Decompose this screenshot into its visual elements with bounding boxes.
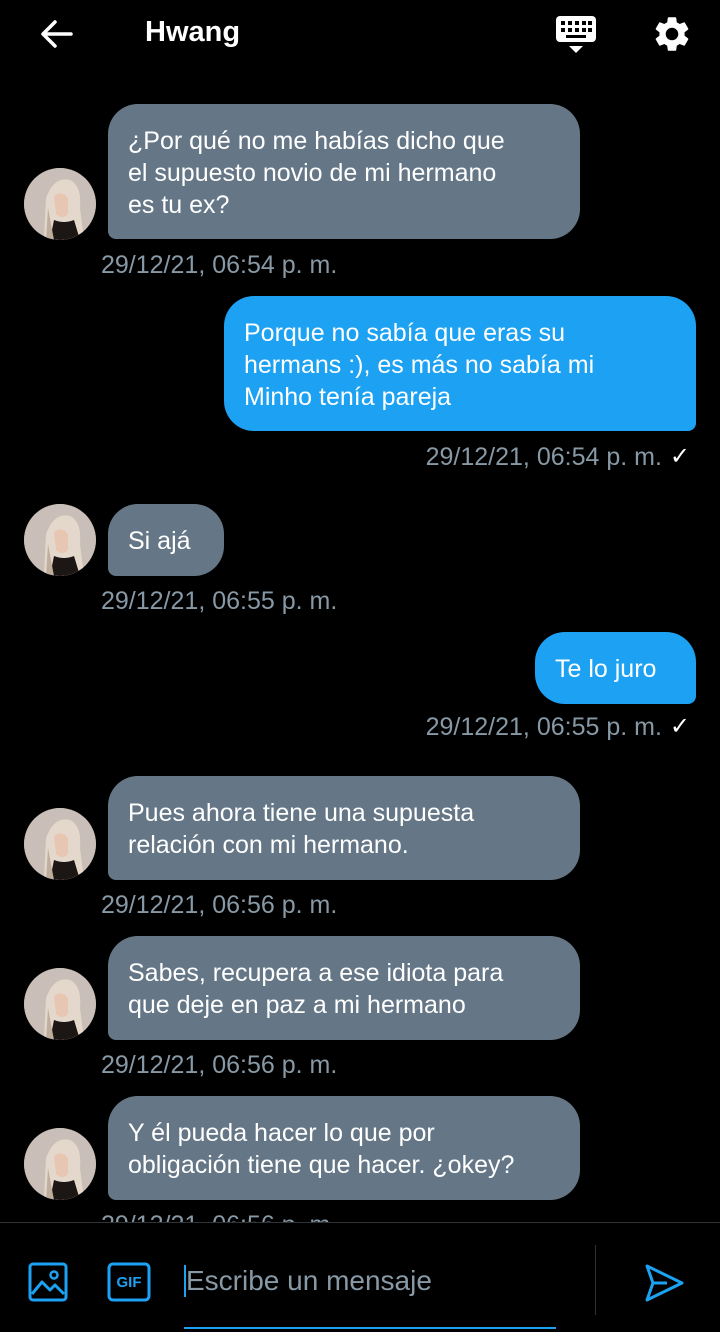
avatar[interactable] [24,168,96,240]
message-timestamp: 29/12/21, 06:55 p. m. [425,713,662,741]
top-bar: Hwang [0,0,720,66]
back-button[interactable] [34,12,78,56]
gear-icon [655,17,689,51]
message-input-wrapper [184,1251,560,1329]
message-timestamp-row: 29/12/21, 06:54 p. m. ✓ [426,442,690,472]
sent-check-icon: ✓ [669,443,690,470]
avatar-photo [24,504,96,576]
outgoing-message[interactable]: Porque no sabía que eras su hermans :), … [224,296,696,431]
keyboard-button[interactable] [552,10,600,58]
incoming-message[interactable]: Si ajá [108,504,224,576]
text-cursor [184,1265,186,1297]
avatar-photo [24,1128,96,1200]
avatar[interactable] [24,968,96,1040]
gif-label: GIF [116,1273,142,1291]
message-timestamp: 29/12/21, 06:56 p. m. [101,1210,337,1222]
keyboard-icon [556,16,596,53]
incoming-message[interactable]: Y él pueda hacer lo que por obligación t… [108,1096,580,1200]
message-composer: GIF [0,1222,720,1332]
conversation-title: Hwang [145,16,241,48]
message-timestamp: 29/12/21, 06:56 p. m. [101,1051,338,1079]
avatar-photo [24,168,96,240]
avatar[interactable] [24,1128,96,1200]
avatar-photo [24,968,96,1040]
message-list[interactable]: ¿Por qué no me habías dicho que el supue… [0,66,720,1222]
incoming-message[interactable]: Sabes, recupera a ese idiota para que de… [108,936,580,1040]
incoming-message[interactable]: Pues ahora tiene una supuesta relación c… [108,776,580,880]
send-icon [645,1264,684,1302]
message-input[interactable] [184,1251,560,1311]
outgoing-message[interactable]: Te lo juro [535,632,696,704]
message-timestamp: 29/12/21, 06:54 p. m. [425,443,662,471]
sent-check-icon: ✓ [669,713,690,740]
add-image-button[interactable] [24,1258,72,1306]
message-timestamp-row: 29/12/21, 06:55 p. m. ✓ [426,712,690,742]
avatar[interactable] [24,808,96,880]
avatar-photo [24,808,96,880]
image-icon [28,1262,68,1302]
settings-button[interactable] [648,10,696,58]
composer-divider [595,1245,596,1315]
arrow-left-icon [41,20,73,48]
message-timestamp: 29/12/21, 06:56 p. m. [101,891,338,919]
send-button[interactable] [640,1259,688,1307]
incoming-message[interactable]: ¿Por qué no me habías dicho que el supue… [108,104,580,239]
avatar[interactable] [24,504,96,576]
message-timestamp: 29/12/21, 06:54 p. m. [101,251,338,279]
add-gif-button[interactable]: GIF [105,1258,153,1306]
message-timestamp: 29/12/21, 06:55 p. m. [101,587,338,615]
